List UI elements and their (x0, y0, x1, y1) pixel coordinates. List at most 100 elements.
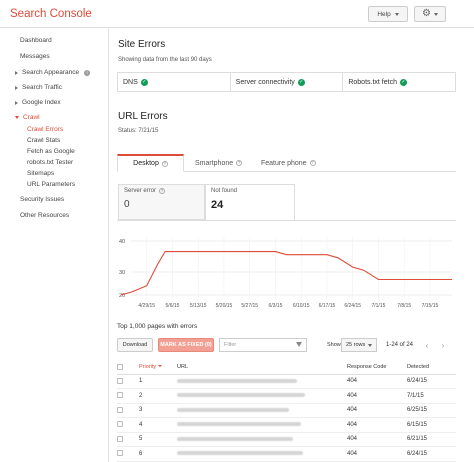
redacted-url (177, 422, 301, 427)
table-row[interactable]: 5 404 6/21/15 (117, 432, 456, 447)
site-error-label: Server connectivity (235, 78, 295, 86)
priority-cell: 6 (139, 446, 177, 462)
filter-icon (296, 342, 302, 347)
x-tick-label: 6/3/15 (269, 303, 283, 309)
server-error-counter[interactable]: Server error? 0 (118, 184, 205, 220)
table-row[interactable]: 3 404 6/25/15 (117, 403, 456, 418)
column-url[interactable]: URL (177, 360, 347, 375)
table-row[interactable]: 4 404 6/15/15 (117, 417, 456, 433)
app-title[interactable]: Search Console (10, 8, 92, 20)
column-response-code[interactable]: Response Code (347, 360, 407, 375)
sidebar-item-robots-tester[interactable]: robots.txt Tester (27, 159, 73, 166)
sidebar-item-search-appearance[interactable]: Search Appearance i (15, 69, 91, 76)
next-page-button[interactable]: › (437, 338, 449, 352)
column-priority[interactable]: Priority (139, 360, 177, 375)
table-row[interactable]: 1 404 6/24/15 (117, 374, 456, 389)
x-tick-label: 7/1/15 (371, 303, 385, 309)
detected-cell: 6/15/15 (407, 417, 456, 433)
tab-smartphone[interactable]: Smartphone? (189, 154, 248, 172)
errors-table: Priority URL Response Code Detected 1 40… (117, 360, 456, 462)
sidebar-item-label: robots.txt Tester (27, 159, 74, 166)
sidebar-item-label: Messages (20, 53, 50, 60)
sidebar-item-crawl[interactable]: Crawl (15, 114, 40, 121)
sidebar-item-search-traffic[interactable]: Search Traffic (15, 84, 62, 91)
series-line (120, 251, 452, 296)
priority-cell: 3 (139, 403, 177, 418)
help-icon[interactable]: ? (159, 188, 166, 194)
counter-label: Not found (211, 188, 238, 194)
check-circle-icon: ✓ (399, 78, 407, 86)
table-row[interactable]: 6 404 6/24/15 (117, 446, 456, 462)
sidebar-item-sitemaps[interactable]: Sitemaps (27, 170, 54, 177)
site-error-server-connectivity[interactable]: Server connectivity ✓ (231, 73, 344, 91)
row-checkbox[interactable] (117, 377, 123, 384)
url-errors-title: URL Errors (118, 111, 168, 122)
site-errors-panel: DNS ✓ Server connectivity ✓ Robots.txt fet… (117, 72, 456, 92)
redacted-url (177, 393, 305, 398)
table-row[interactable]: 2 404 7/1/15 (117, 388, 456, 404)
tab-feature-phone[interactable]: Feature phone? (255, 154, 322, 172)
sidebar-item-crawl-errors[interactable]: Crawl Errors (27, 126, 63, 133)
help-button[interactable]: Help (368, 6, 408, 22)
rows-per-page-select[interactable]: 25 rows (341, 338, 377, 352)
sidebar-item-fetch-as-google[interactable]: Fetch as Google (27, 148, 75, 155)
show-label: Show (327, 342, 341, 348)
rows-select-value: 25 rows (346, 342, 366, 348)
tab-desktop[interactable]: Desktop? (117, 154, 184, 172)
detected-cell: 6/21/15 (407, 432, 456, 447)
site-error-robots-fetch[interactable]: Robots.txt fetch ✓ (343, 73, 455, 91)
url-cell[interactable] (177, 417, 347, 433)
settings-button[interactable]: ⚙ (414, 6, 446, 22)
sidebar-item-crawl-stats[interactable]: Crawl Stats (27, 137, 60, 144)
help-icon[interactable]: ? (309, 160, 316, 166)
x-tick-label: 7/15/15 (422, 303, 439, 309)
check-circle-icon: ✓ (140, 78, 148, 86)
url-cell[interactable] (177, 432, 347, 447)
x-tick-label: 6/17/15 (319, 303, 336, 309)
counter-value: 24 (211, 199, 224, 211)
sidebar-item-label: URL Parameters (27, 181, 76, 188)
sort-desc-icon (158, 365, 163, 368)
chevron-down-icon (433, 12, 438, 16)
filter-input[interactable]: Filter (219, 338, 307, 352)
not-found-counter[interactable]: Not found 24 (205, 184, 295, 221)
help-icon[interactable]: ? (236, 160, 243, 166)
sidebar-item-other-resources[interactable]: Other Resources (20, 212, 69, 219)
info-icon[interactable]: i (84, 69, 91, 76)
url-cell[interactable] (177, 388, 347, 404)
sidebar-item-label: Crawl Stats (27, 137, 61, 144)
prev-page-button[interactable]: ‹ (421, 338, 433, 352)
pagination-text: 1-24 of 24 (386, 342, 414, 348)
column-detected[interactable]: Detected (407, 360, 456, 375)
row-checkbox[interactable] (117, 406, 123, 413)
url-cell[interactable] (177, 403, 347, 418)
tab-label: Feature phone (261, 159, 307, 167)
device-tabs: Desktop? Smartphone? Feature phone? (117, 154, 456, 172)
column-label: Detected (407, 363, 430, 370)
url-cell[interactable] (177, 446, 347, 462)
download-button[interactable]: Download (117, 338, 153, 352)
sidebar-item-label: Search Traffic (22, 84, 62, 91)
sidebar-item-google-index[interactable]: Google Index (15, 99, 61, 106)
sidebar-item-messages[interactable]: Messages (20, 53, 50, 60)
sidebar-item-label: Crawl (23, 114, 40, 121)
select-all-checkbox[interactable] (117, 363, 123, 370)
row-checkbox[interactable] (117, 435, 123, 442)
site-error-dns[interactable]: DNS ✓ (118, 73, 231, 91)
row-checkbox[interactable] (117, 392, 123, 399)
sidebar-item-security-issues[interactable]: Security Issues (20, 196, 64, 203)
site-error-label: DNS (123, 78, 138, 86)
help-label: Help (377, 10, 391, 18)
redacted-url (177, 407, 289, 412)
help-icon[interactable]: ? (161, 160, 168, 167)
mark-as-fixed-button[interactable]: MARK AS FIXED (0) (158, 338, 214, 352)
sidebar-item-dashboard[interactable]: Dashboard (20, 37, 52, 44)
detected-cell: 6/25/15 (407, 403, 456, 418)
row-checkbox[interactable] (117, 450, 123, 457)
row-checkbox[interactable] (117, 421, 123, 428)
response-code-cell: 404 (347, 388, 407, 404)
sidebar-item-label: Sitemaps (27, 170, 55, 177)
url-cell[interactable] (177, 374, 347, 389)
response-code-cell: 404 (347, 403, 407, 418)
sidebar-item-url-parameters[interactable]: URL Parameters (27, 181, 75, 188)
